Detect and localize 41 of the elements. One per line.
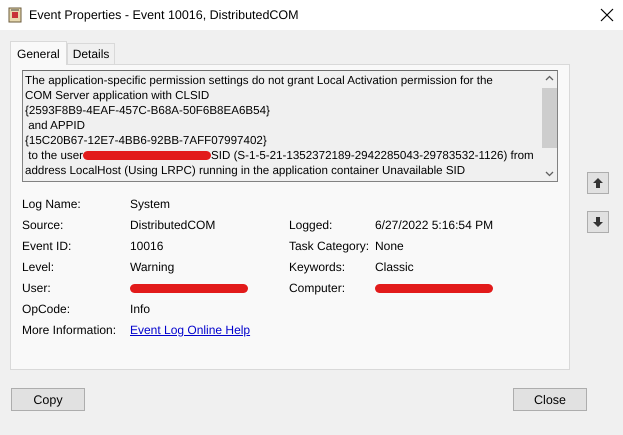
description-line: COM Server application with CLSID [25, 88, 210, 103]
help-link[interactable]: Event Log Online Help [130, 323, 250, 337]
field-label: Computer: [289, 280, 346, 296]
field-label: Logged: [289, 217, 334, 233]
close-icon[interactable] [599, 7, 615, 23]
description-line: and APPID [27, 118, 86, 133]
copy-button[interactable]: Copy [11, 388, 85, 411]
description-line: The application-specific permission settings do not grant Local Activation permission for the [25, 73, 494, 88]
field-label: Task Category: [289, 238, 370, 254]
tab[interactable]: General [10, 41, 67, 65]
field-value: DistributedCOM [130, 217, 216, 233]
field-value: 6/27/2022 5:16:54 PM [375, 217, 494, 233]
scroll-down-icon[interactable] [544, 169, 554, 178]
field-value: 10016 [130, 238, 164, 254]
field-label: Level: [22, 259, 56, 275]
field-label: Source: [22, 217, 64, 233]
down-arrow-icon [592, 216, 604, 228]
scroll-up-icon[interactable] [544, 74, 554, 83]
field-value: Warning [130, 259, 176, 275]
tab[interactable]: Details [66, 43, 116, 64]
previous-event-button[interactable] [587, 172, 609, 194]
field-value: Info [130, 301, 152, 317]
description-line: {15C20B67-12E7-4BB6-92BB-7AFF07997402} [25, 133, 268, 148]
description-line: address LocalHost (Using LRPC) running in the application container Unavailable SID [25, 163, 466, 178]
up-arrow-icon [592, 177, 604, 189]
field-label: User: [22, 280, 52, 296]
field-label: OpCode: [22, 301, 72, 317]
event-log-icon [8, 7, 22, 23]
close-button[interactable]: Close [513, 388, 587, 411]
next-event-button[interactable] [587, 211, 609, 233]
field-value: Classic [375, 259, 415, 275]
window-title: Event Properties - Event 10016, DistributedCOM [29, 8, 299, 22]
description-line: to the user SID (S-1-5-21-1352372189-2942285043-29783532-1126) from [27, 148, 535, 163]
field-label: Event ID: [22, 238, 72, 254]
field-value: None [375, 238, 405, 254]
field-label: Log Name: [22, 196, 82, 212]
field-value: System [130, 196, 172, 212]
scrollbar-thumb[interactable] [542, 88, 556, 148]
description-line: {2593F8B9-4EAF-457C-B68A-50F6B8EA6B54} [25, 103, 271, 118]
field-label: Keywords: [289, 259, 346, 275]
field-label: More Information: [22, 322, 118, 338]
